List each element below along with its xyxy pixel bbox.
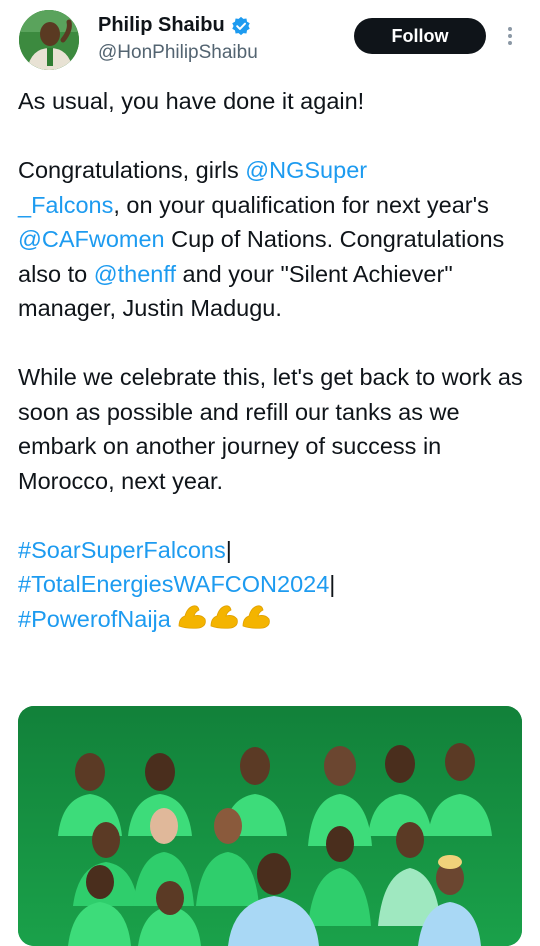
author-handle[interactable]: @HonPhilipShaibu [98,42,258,64]
more-options-icon[interactable] [504,24,516,48]
flexed-biceps-icon [178,604,271,629]
author-avatar[interactable] [19,10,79,70]
tweet-text: As usual, you have done it again! Congra… [18,84,528,636]
author-name-row: Philip Shaibu [98,14,251,37]
mention-part[interactable]: _Falcons [18,192,113,218]
avatar-photo-icon [19,10,79,70]
team-photo-icon [18,706,522,946]
separator: | [225,536,232,563]
tweet-media-image[interactable] [18,706,522,946]
follow-button[interactable]: Follow [354,18,486,54]
tweet-hashtags: #SoarSuperFalcons| #TotalEnergiesWAFCON2… [18,533,528,637]
hashtag-totalenergieswafcon2024[interactable]: #TotalEnergiesWAFCON2024 [18,571,329,597]
tweet-text-segment: Congratulations, girls [18,157,246,183]
separator: | [329,571,336,597]
hashtag-powerofnaija[interactable]: #PowerofNaija [18,606,171,632]
tweet-paragraph-3: While we celebrate this, let's get back … [18,364,523,494]
tweet-text-segment: , on your qualification for next year's [113,191,489,218]
mention-part[interactable]: @NGSuper [245,157,367,183]
tweet-paragraph-1: As usual, you have done it again! [18,88,365,114]
tweet-paragraph-2: Congratulations, girls @NGSuper _Falcons,… [18,153,528,326]
hashtag-soarsuperfalcons[interactable]: #SoarSuperFalcons [18,537,226,563]
mention-cafwomen[interactable]: @CAFwomen [18,226,165,252]
mention-thenff[interactable]: @thenff [94,261,176,287]
verified-badge-icon [231,16,250,35]
author-display-name[interactable]: Philip Shaibu [98,14,225,37]
